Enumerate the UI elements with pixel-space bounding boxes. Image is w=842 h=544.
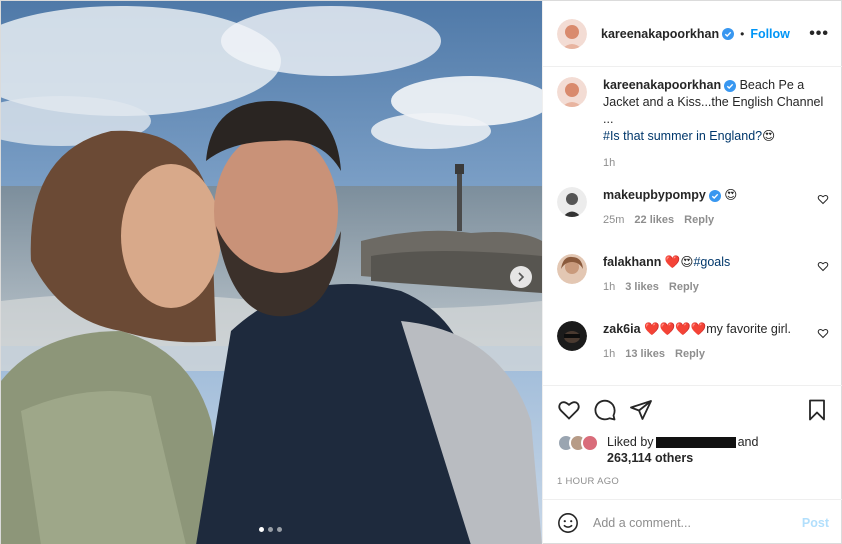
- comment-time[interactable]: 1h: [603, 281, 615, 293]
- comment-time[interactable]: 25m: [603, 214, 624, 226]
- comments-section: kareenakapoorkhan Beach Pe a Jacket and …: [543, 67, 842, 385]
- verified-badge-icon: [722, 27, 735, 40]
- share-icon: [630, 400, 652, 420]
- comment-item: makeupbypompy 😍 25m 22 likes Reply: [557, 187, 829, 240]
- avatar[interactable]: [557, 18, 587, 49]
- comment-button[interactable]: [593, 398, 617, 422]
- post-photo[interactable]: [1, 1, 542, 544]
- beach-selfie-photo: [1, 1, 542, 544]
- avatar[interactable]: [557, 187, 587, 217]
- comment-username[interactable]: makeupbypompy: [603, 188, 706, 202]
- caption: kareenakapoorkhan Beach Pe a Jacket and …: [557, 77, 829, 173]
- share-button[interactable]: [629, 398, 653, 422]
- liked-by-prefix: Liked by: [607, 435, 654, 449]
- add-comment-bar: Post: [543, 499, 842, 544]
- redacted-username: [655, 437, 736, 449]
- likes-count[interactable]: 263,114 others: [607, 450, 758, 466]
- reply-button[interactable]: Reply: [669, 281, 699, 293]
- caption-text-line2: Jacket and a Kiss...the English Channel: [603, 95, 824, 109]
- caption-text-line1: Beach Pe a: [739, 78, 805, 92]
- reply-button[interactable]: Reply: [684, 214, 714, 226]
- heart-icon: [558, 401, 580, 420]
- carousel-dot: [277, 527, 282, 532]
- post-actions: Liked by and 263,114 others 1 HOUR AGO: [543, 385, 842, 499]
- caption-hashtag[interactable]: #Is that summer in England?: [603, 129, 762, 143]
- avatar[interactable]: [581, 434, 599, 452]
- header-separator: •: [740, 26, 745, 41]
- like-button[interactable]: [557, 398, 581, 422]
- comment-hashtag[interactable]: #goals: [693, 255, 730, 269]
- emoji-picker-button[interactable]: [557, 512, 579, 534]
- carousel-dot: [268, 527, 273, 532]
- caption-time[interactable]: 1h: [603, 157, 615, 169]
- reply-button[interactable]: Reply: [675, 348, 705, 360]
- carousel-dots: [259, 527, 282, 532]
- comment-likes[interactable]: 3 likes: [625, 281, 659, 293]
- header-username[interactable]: kareenakapoorkhan: [601, 27, 719, 41]
- comment-item: falakhann ❤️😍#goals 1h 3 likes Reply: [557, 254, 829, 307]
- carousel-dot: [259, 527, 264, 532]
- caption-emoji: 😍: [762, 129, 776, 143]
- post-header: kareenakapoorkhan • Follow •••: [543, 1, 842, 67]
- comment-username[interactable]: falakhann: [603, 255, 661, 269]
- heart-icon[interactable]: [817, 260, 829, 272]
- liker-avatars: [557, 434, 603, 454]
- avatar[interactable]: [557, 321, 587, 351]
- chevron-right-icon: [518, 272, 525, 282]
- comment-text: 😍: [724, 188, 738, 202]
- smiley-icon: [558, 512, 578, 533]
- post-comment-button[interactable]: Post: [802, 516, 829, 530]
- add-comment-input[interactable]: [593, 515, 802, 530]
- caption-username[interactable]: kareenakapoorkhan: [603, 78, 721, 92]
- verified-badge-icon: [708, 189, 721, 202]
- comment-icon: [594, 399, 616, 421]
- comment-likes[interactable]: 22 likes: [634, 214, 674, 226]
- comment-text: ❤️😍: [664, 255, 694, 269]
- liked-by-suffix: and: [737, 435, 759, 449]
- caption-text-line3: ...: [603, 112, 614, 126]
- post-side-panel: kareenakapoorkhan • Follow ••• kareenaka…: [542, 1, 842, 544]
- avatar[interactable]: [557, 254, 587, 284]
- heart-icon[interactable]: [817, 327, 829, 339]
- comment-likes[interactable]: 13 likes: [625, 348, 665, 360]
- carousel-next-button[interactable]: [510, 266, 532, 288]
- post-timestamp[interactable]: 1 HOUR AGO: [557, 476, 829, 487]
- more-horizontal-icon[interactable]: •••: [809, 25, 829, 43]
- verified-badge-icon: [724, 79, 737, 92]
- comment-time[interactable]: 1h: [603, 348, 615, 360]
- instagram-post-modal: kareenakapoorkhan • Follow ••• kareenaka…: [0, 0, 842, 544]
- heart-icon[interactable]: [817, 193, 829, 205]
- save-button[interactable]: [805, 398, 829, 422]
- comment-text: ❤️❤️❤️❤️my favorite girl.: [644, 322, 792, 336]
- comment-item: zak6ia ❤️❤️❤️❤️my favorite girl. 1h 13 li…: [557, 321, 829, 374]
- follow-button[interactable]: Follow: [750, 27, 790, 41]
- comment-username[interactable]: zak6ia: [603, 322, 641, 336]
- likes-summary: Liked by and 263,114 others: [557, 434, 829, 466]
- bookmark-icon: [809, 399, 825, 421]
- avatar[interactable]: [557, 77, 587, 107]
